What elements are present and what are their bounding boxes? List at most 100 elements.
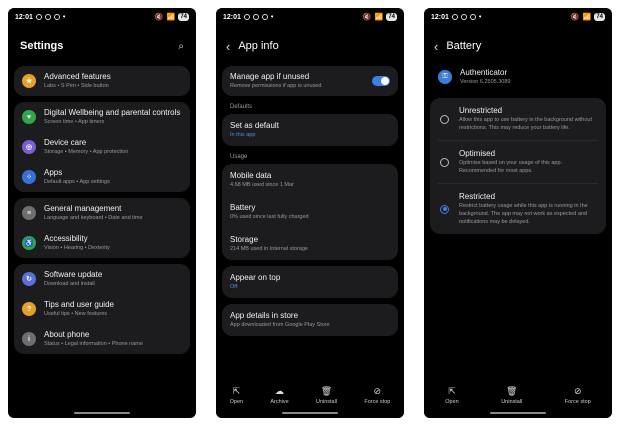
status-time: 12:01 [223, 13, 241, 21]
back-icon[interactable]: ‹ [434, 40, 438, 53]
home-indicator [490, 412, 546, 414]
settings-group: ★ Advanced features Labs • S Pen • Side bu… [14, 66, 190, 96]
settings-screen: 12:01 • 🔇 📶 74 Settings ⌕ ★ Advanced feature… [8, 8, 196, 418]
tips-icon: ? [22, 302, 36, 316]
usage-card: Mobile data 4.68 MB used since 1 Mar Batt… [222, 164, 398, 260]
battery-option-unrestricted[interactable]: Unrestricted Allow this app to use batter… [430, 98, 606, 140]
settings-item-sub: Default apps • App settings [44, 179, 110, 185]
page-title: Settings [20, 40, 64, 52]
option-sub: Restrict battery usage while this app is… [459, 203, 588, 225]
radio-button[interactable] [440, 114, 449, 124]
notification-icon [35, 14, 42, 20]
settings-item-sub: Useful tips • New features [44, 311, 108, 317]
manage-unused-title: Manage app if unused [230, 72, 310, 81]
uninstall-button[interactable]: 🗑 Uninstall [501, 386, 522, 405]
store-details-title: App details in store [230, 311, 299, 320]
set-default-sub: In this app [230, 132, 256, 138]
force-stop-button[interactable]: ⊘ Force stop [565, 386, 591, 405]
option-sub: Optimise based on your usage of this app… [459, 160, 563, 174]
appear-on-top-sub: Off [230, 284, 238, 290]
app-header: ⚿ Authenticator Version 6.2505.3089 [424, 66, 612, 98]
settings-item[interactable]: i About phone Status • Legal information •… [14, 324, 190, 354]
open-icon: ⇱ [232, 386, 241, 396]
uninstall-button[interactable]: 🗑 Uninstall [316, 386, 337, 405]
manage-unused-toggle[interactable] [372, 76, 390, 86]
page-title: Battery [446, 40, 482, 52]
manage-unused-card[interactable]: Manage app if unused Remove permissions … [222, 66, 398, 96]
settings-item-title: Device care [44, 138, 87, 147]
settings-item-sub: Language and keyboard • Date and time [44, 215, 143, 221]
usage-sub: 214 MB used in Internal storage [230, 246, 308, 252]
app-version: Version 6.2505.3089 [460, 79, 511, 85]
settings-group: ↻ Software update Download and install? Tip… [14, 264, 190, 354]
archive-button[interactable]: ☁ Archive [270, 386, 288, 405]
settings-item-sub: Labs • S Pen • Side button [44, 83, 109, 89]
wellbeing-icon: ♥ [22, 110, 36, 124]
settings-item[interactable]: ↻ Software update Download and install [14, 264, 190, 294]
settings-item-title: Digital Wellbeing and parental controls [44, 108, 181, 117]
authenticator-app-icon: ⚿ [438, 70, 452, 84]
usage-item-storage[interactable]: Storage 214 MB used in Internal storage [222, 228, 398, 260]
settings-item-title: Software update [44, 270, 103, 279]
settings-item-title: Tips and user guide [44, 300, 114, 309]
option-title: Optimised [459, 149, 496, 158]
notification-icon [44, 14, 51, 20]
usage-sub: 4.68 MB used since 1 Mar [230, 182, 294, 188]
notification-icon [261, 14, 268, 20]
settings-item[interactable]: ♿ Accessibility Vision • Hearing • Dexteri… [14, 228, 190, 258]
option-title: Unrestricted [459, 106, 503, 115]
mute-icon: 🔇 [362, 14, 372, 21]
notification-icon [451, 14, 458, 20]
update-icon: ↻ [22, 272, 36, 286]
appear-on-top-card[interactable]: Appear on top Off [222, 266, 398, 298]
battery-option-restricted[interactable]: Restricted Restrict battery usage while t… [430, 184, 606, 234]
settings-group: ♥ Digital Wellbeing and parental controls… [14, 102, 190, 192]
settings-item-sub: Status • Legal information • Phone name [44, 341, 143, 347]
status-bar: 12:01 • 🔇 📶 74 [15, 13, 189, 21]
trash-icon: 🗑 [320, 386, 333, 396]
radio-button-selected[interactable] [440, 204, 449, 214]
open-button[interactable]: ⇱ Open [230, 386, 243, 405]
notification-icon [53, 14, 60, 20]
info-icon: i [22, 332, 36, 346]
app-name: Authenticator [460, 68, 508, 77]
settings-item[interactable]: ★ Advanced features Labs • S Pen • Side bu… [14, 66, 190, 96]
manage-unused-sub: Remove permissions if app is unused [230, 83, 322, 89]
force-stop-label: Force stop [364, 399, 391, 405]
usage-item-battery[interactable]: Battery 0% used since last fully charged [222, 196, 398, 228]
set-default-card[interactable]: Set as default In this app [222, 114, 398, 146]
settings-item[interactable]: ◎ Device care Storage • Memory • App prote… [14, 132, 190, 162]
search-icon[interactable]: ⌕ [178, 41, 184, 52]
usage-item-mobile-data[interactable]: Mobile data 4.68 MB used since 1 Mar [222, 164, 398, 196]
device-care-icon: ◎ [22, 140, 36, 154]
open-button[interactable]: ⇱ Open [445, 386, 458, 405]
appear-on-top-title: Appear on top [230, 273, 281, 282]
archive-icon: ☁ [275, 386, 285, 396]
settings-item-sub: Screen time • App timers [44, 119, 105, 125]
archive-label: Archive [270, 399, 289, 405]
settings-item-title: Accessibility [44, 234, 88, 243]
settings-item[interactable]: ⁘ Apps Default apps • App settings [14, 162, 190, 192]
settings-item-title: Apps [44, 168, 63, 177]
option-title: Restricted [459, 192, 496, 201]
uninstall-label: Uninstall [315, 399, 338, 405]
wifi-icon: 📶 [166, 14, 176, 21]
force-stop-button[interactable]: ⊘ Force stop [364, 386, 390, 405]
radio-button[interactable] [440, 157, 449, 167]
settings-item[interactable]: ♥ Digital Wellbeing and parental controls… [14, 102, 190, 132]
home-indicator [74, 412, 130, 414]
back-icon[interactable]: ‹ [226, 40, 230, 53]
mute-icon: 🔇 [154, 14, 164, 21]
notification-icon [469, 14, 476, 20]
settings-item[interactable]: ≡ General management Language and keyboard… [14, 198, 190, 228]
stop-icon: ⊘ [573, 386, 582, 396]
page-title: App info [238, 40, 279, 52]
settings-group: ≡ General management Language and keyboard… [14, 198, 190, 258]
notification-icon [252, 14, 259, 20]
home-indicator [282, 412, 338, 414]
battery-icon: 74 [178, 13, 189, 21]
store-details-card[interactable]: App details in store App downloaded from … [222, 304, 398, 336]
settings-item[interactable]: ? Tips and user guide Useful tips • New fe… [14, 294, 190, 324]
settings-item-sub: Download and install [44, 281, 95, 287]
battery-option-optimised[interactable]: Optimised Optimise based on your usage of… [430, 141, 606, 183]
